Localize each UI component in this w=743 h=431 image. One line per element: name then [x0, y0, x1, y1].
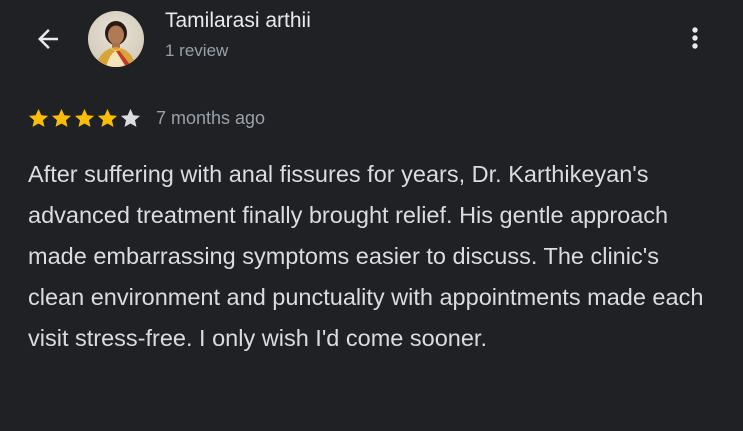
review-header: Tamilarasi arthii 1 review [0, 0, 743, 90]
star-filled-icon [51, 108, 72, 127]
review-text: After suffering with anal fissures for y… [28, 161, 704, 351]
back-button[interactable] [26, 20, 70, 58]
avatar-photo [88, 11, 144, 67]
review-count: 1 review [165, 41, 229, 60]
star-filled-icon [97, 108, 118, 127]
star-filled-icon [74, 108, 95, 127]
more-options-button[interactable] [678, 18, 712, 58]
star-filled-icon [28, 108, 49, 127]
star-empty-icon [120, 108, 141, 127]
avatar[interactable] [88, 11, 144, 67]
rating-row: 7 months ago [27, 104, 265, 132]
arrow-left-icon [38, 29, 58, 49]
review-date: 7 months ago [156, 107, 266, 128]
star-rating [27, 107, 142, 130]
reviewer-name[interactable]: Tamilarasi arthii [165, 9, 311, 33]
more-vert-icon [692, 27, 698, 49]
